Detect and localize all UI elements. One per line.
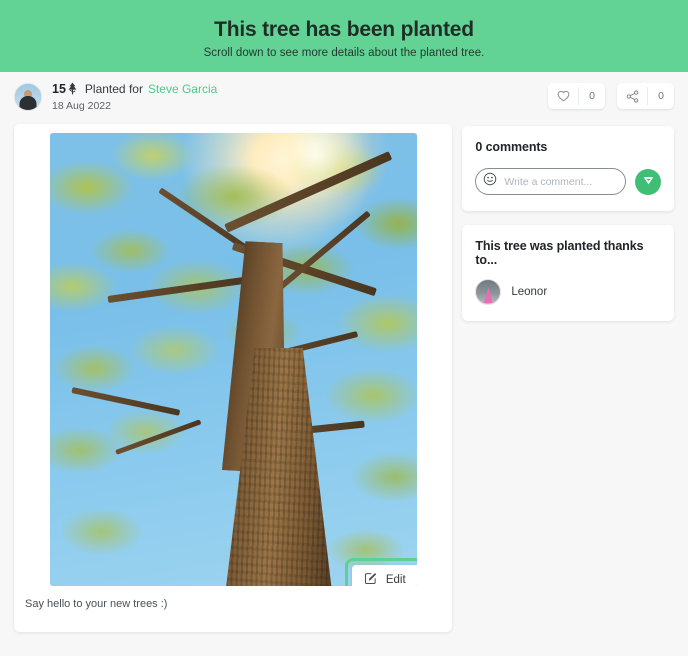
share-button[interactable]	[617, 83, 647, 109]
edit-button[interactable]: Edit	[351, 565, 417, 586]
planted-for-label: Planted for	[84, 82, 143, 96]
post-meta-row: 15 Planted for Steve Garcia 18 Aug 2022	[0, 72, 688, 120]
send-icon	[642, 174, 655, 190]
post-meta-text: 15 Planted for Steve Garcia 18 Aug 2022	[52, 80, 217, 112]
share-pill[interactable]: 0	[617, 83, 674, 109]
post-caption: Say hello to your new trees :)	[25, 598, 168, 610]
heart-icon	[557, 90, 570, 102]
send-comment-button[interactable]	[635, 168, 661, 195]
smiley-icon[interactable]	[483, 172, 497, 191]
comment-compose-row	[475, 168, 661, 195]
sidebar: 0 comments Write a comment... This tree …	[462, 124, 674, 321]
avatar[interactable]	[14, 83, 42, 111]
list-item[interactable]: Leonor	[475, 279, 661, 305]
comments-title: 0 comments	[475, 140, 548, 154]
page-banner: This tree has been planted Scroll down t…	[0, 0, 688, 72]
like-button[interactable]	[548, 83, 578, 109]
page-title: This tree has been planted	[214, 17, 474, 41]
post-date: 18 Aug 2022	[52, 100, 111, 112]
recipient-link[interactable]: Steve Garcia	[148, 81, 217, 97]
avatar-body	[19, 96, 37, 110]
tree-count: 15	[52, 82, 66, 96]
post-meta-line: 15 Planted for Steve Garcia	[52, 81, 217, 97]
post-card: Edit Say hello to your new trees :)	[14, 124, 453, 632]
post-actions: 0 0	[548, 80, 674, 109]
thanks-card: This tree was planted thanks to... Leono…	[462, 225, 674, 321]
page-subtitle: Scroll down to see more details about th…	[203, 47, 485, 60]
share-icon	[626, 89, 639, 103]
main-content: Edit Say hello to your new trees :) 0 co…	[0, 120, 688, 632]
tree-icon	[67, 82, 78, 97]
comment-input-wrapper[interactable]	[475, 168, 626, 195]
thanks-title: This tree was planted thanks to...	[475, 239, 644, 267]
like-pill[interactable]: 0	[548, 83, 605, 109]
edit-button-focus-ring: Edit	[344, 558, 417, 586]
comment-input[interactable]	[504, 175, 615, 188]
thanks-person-name: Leonor	[511, 286, 548, 298]
edit-pencil-icon	[364, 572, 377, 586]
share-count: 0	[658, 90, 664, 102]
tree-photo[interactable]: Edit	[49, 133, 417, 586]
comments-card: 0 comments	[462, 126, 674, 211]
leonor-avatar	[475, 279, 502, 305]
edit-button-label: Edit	[385, 574, 406, 586]
like-count: 0	[589, 90, 595, 102]
